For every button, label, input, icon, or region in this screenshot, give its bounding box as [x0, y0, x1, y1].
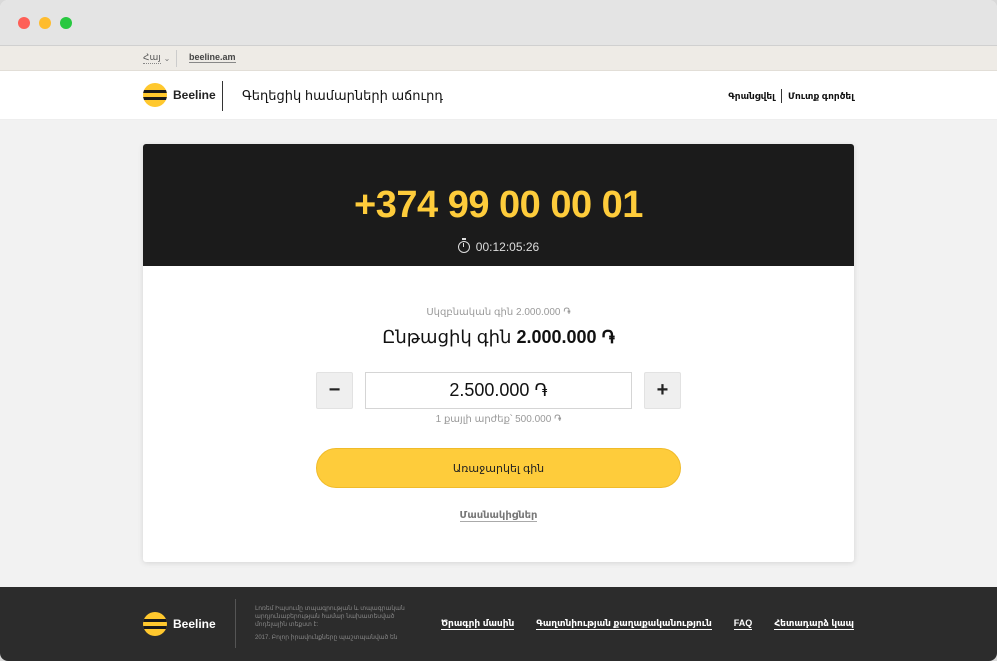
bid-step-note: 1 քայլի արժեք՝ 500.000 ֏ [435, 414, 562, 425]
start-price: Սկզբնական գին 2.000.000 ֏ [426, 307, 571, 318]
auction-card-header: +374 99 00 00 01 00:12:05:26 [143, 144, 854, 266]
footer-beeline-logo[interactable]: Beeline [143, 612, 216, 636]
footer-logo-text: Beeline [173, 617, 216, 631]
minimize-window-button[interactable] [39, 17, 51, 29]
footer-link-about[interactable]: Ծրագրի մասին [440, 618, 515, 630]
submit-bid-button[interactable]: Առաջարկել գին [316, 448, 681, 488]
bid-amount-input[interactable]: 2.500.000 ֏ [365, 372, 632, 409]
footer-copyright: 2017. Բոլոր իրավունքները պաշտպանված են [255, 635, 398, 641]
decrease-bid-button[interactable]: − [316, 372, 353, 409]
divider [176, 50, 177, 67]
footer-link-privacy[interactable]: Գաղտնիության քաղաքականություն [536, 618, 712, 630]
participants-link[interactable]: Մասնակիցներ [459, 510, 538, 522]
actions-divider [780, 89, 782, 103]
maximize-window-button[interactable] [60, 17, 72, 29]
footer-legal-text: Լոռեմ Իպսումը տպագրության և տպագրական ար… [255, 606, 405, 628]
current-price-value: 2.000.000 ֏ [516, 327, 615, 347]
header-divider [222, 81, 223, 111]
language-label: Հայ [143, 52, 161, 64]
window-titlebar [0, 0, 997, 46]
beeline-logo[interactable]: Beeline [143, 83, 216, 107]
register-link[interactable]: Գրանցվել [728, 91, 775, 102]
auction-card: +374 99 00 00 01 00:12:05:26 Սկզբնական գ… [143, 144, 854, 562]
browser-window: Հայ ⌄ beeline.am Beeline Գեղեցիկ համարնե… [0, 0, 997, 661]
current-price: Ընթացիկ գին 2.000.000 ֏ [143, 327, 854, 348]
footer-link-faq[interactable]: FAQ [733, 618, 753, 630]
header-actions: Գրանցվել Մուտք գործել [728, 89, 854, 103]
site-footer: Beeline Լոռեմ Իպսումը տպագրության և տպագ… [0, 587, 997, 661]
page-title: Գեղեցիկ համարների աճուրդ [242, 88, 444, 103]
close-window-button[interactable] [18, 17, 30, 29]
site-link[interactable]: beeline.am [189, 52, 236, 63]
auction-phone-number: +374 99 00 00 01 [354, 184, 643, 226]
beeline-logo-icon [143, 612, 167, 636]
beeline-logo-icon [143, 83, 167, 107]
timer-value: 00:12:05:26 [475, 240, 540, 254]
increase-bid-button[interactable]: + [644, 372, 681, 409]
site-header: Beeline Գեղեցիկ համարների աճուրդ Գրանցվե… [0, 71, 997, 120]
language-selector[interactable]: Հայ ⌄ [143, 52, 170, 64]
login-link[interactable]: Մուտք գործել [788, 91, 854, 102]
stopwatch-icon [457, 238, 470, 253]
current-price-label: Ընթացիկ գին [382, 327, 512, 347]
top-strip: Հայ ⌄ beeline.am [0, 46, 997, 71]
participants-link-wrap: Մասնակիցներ [143, 510, 854, 522]
footer-divider [235, 599, 236, 648]
chevron-down-icon: ⌄ [163, 53, 171, 63]
bid-stepper: − 2.500.000 ֏ + [316, 372, 681, 409]
logo-text: Beeline [173, 88, 216, 102]
auction-timer: 00:12:05:26 [143, 238, 854, 254]
footer-link-contact[interactable]: Հետադարձ կապ [774, 618, 854, 630]
footer-links: Ծրագրի մասին Գաղտնիության քաղաքականությո… [440, 618, 854, 630]
